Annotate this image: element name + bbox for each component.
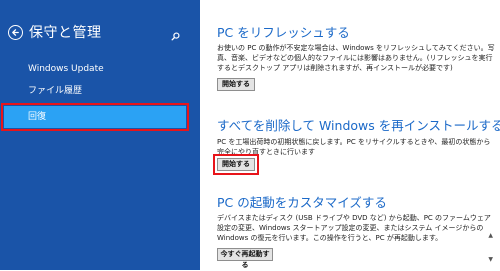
- section-title-reset: すべてを削除して Windows を再インストールする: [217, 118, 500, 133]
- section-title-refresh: PC をリフレッシュする: [217, 25, 350, 40]
- sidebar-item-recovery[interactable]: 回復: [1, 103, 189, 131]
- search-icon: [171, 32, 180, 41]
- back-arrow-icon: [12, 28, 19, 36]
- reset-start-button[interactable]: 開始する: [213, 154, 259, 175]
- restart-now-button[interactable]: 今すぐ再起動する: [217, 248, 273, 269]
- search-button[interactable]: [171, 26, 180, 45]
- sidebar-item-file-history[interactable]: ファイル履歴: [0, 80, 200, 102]
- scroll-down-icon[interactable]: ▼: [488, 256, 493, 263]
- back-button[interactable]: [8, 24, 23, 40]
- refresh-start-button[interactable]: 開始する: [217, 78, 255, 91]
- section-desc-refresh: お使いの PC の動作が不安定な場合は、Windows をリフレッシュしてみてく…: [217, 44, 495, 72]
- sidebar-item-label: ファイル履歴: [28, 86, 83, 96]
- sidebar-item-label: Windows Update: [28, 64, 104, 74]
- sidebar-item-windows-update[interactable]: Windows Update: [0, 58, 200, 80]
- section-desc-reset: PC を工場出荷時の初期状態に戻します。PC をリサイクルするときや、最初の状態…: [217, 138, 491, 156]
- scroll-up-icon[interactable]: ▲: [488, 232, 493, 239]
- section-desc-advanced-startup: デバイスまたはディスク (USB ドライブや DVD など) から起動、PC の…: [217, 214, 491, 242]
- sidebar-item-label: 回復: [28, 112, 47, 122]
- sidebar-title: 保守と管理: [29, 25, 102, 41]
- main-content: PC をリフレッシュする お使いの PC の動作が不安定な場合は、Windows…: [200, 0, 500, 270]
- sidebar: 保守と管理 Windows Update ファイル履歴 回復: [0, 0, 200, 270]
- sidebar-header: 保守と管理: [8, 22, 102, 42]
- scrollbar[interactable]: ▲ ▼: [488, 0, 497, 270]
- section-title-advanced-startup: PC の起動をカスタマイズする: [217, 195, 387, 210]
